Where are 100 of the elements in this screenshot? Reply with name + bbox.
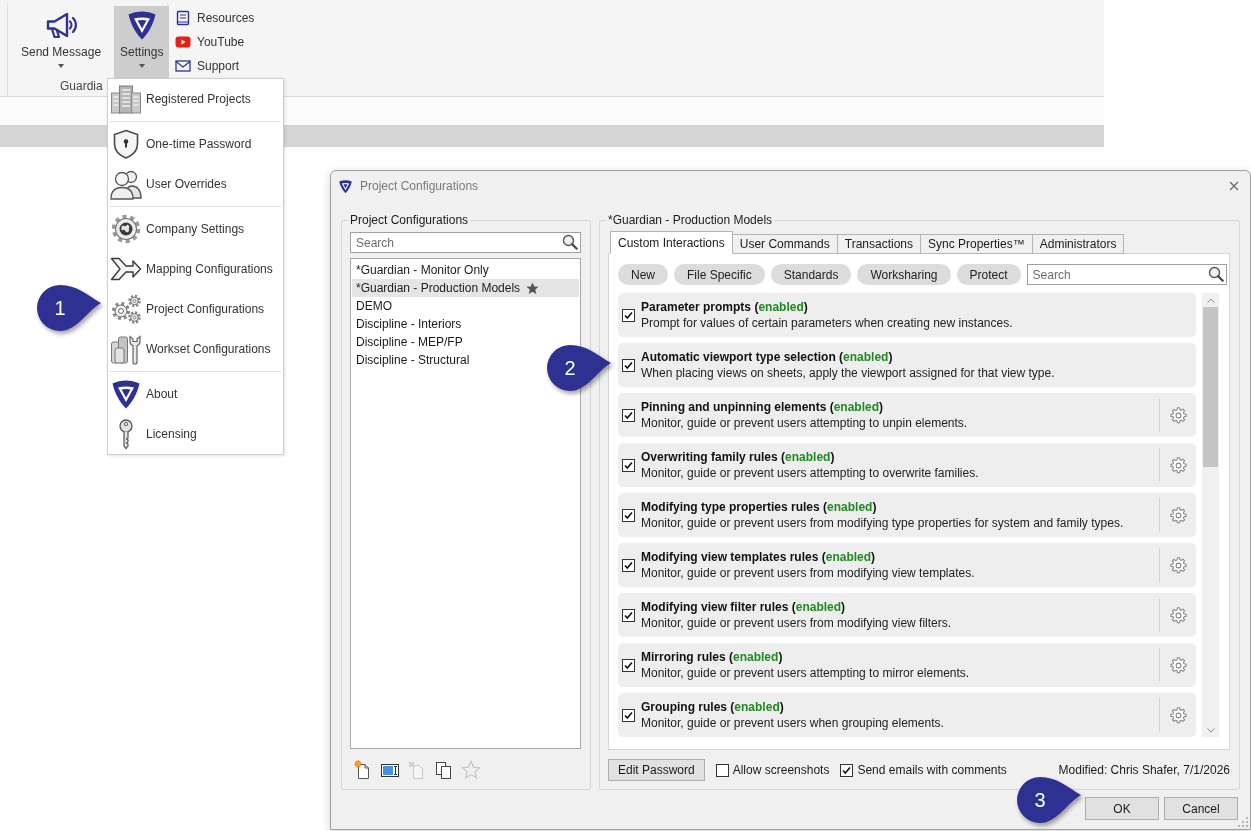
resize-grip-icon [1238, 817, 1248, 827]
menu-item[interactable]: Mapping Configurations [108, 249, 283, 289]
dialog-button[interactable]: OK [1085, 797, 1159, 820]
checkbox[interactable] [622, 308, 635, 322]
list-item[interactable]: *Guardian - Monitor Only [352, 261, 495, 279]
tab[interactable]: Sync Properties™ [920, 234, 1033, 254]
rule-description: Monitor, guide or prevent users from modifying view templates. [641, 566, 975, 580]
rule-title: Modifying type properties rules (enabled) [641, 500, 878, 514]
checkbox[interactable] [622, 658, 635, 672]
search-field[interactable]: Search [350, 232, 581, 253]
callout-marker: 3 [1015, 775, 1083, 825]
list-item[interactable]: *Guardian - Production Models [352, 279, 579, 297]
ribbon-link[interactable]: Resources [175, 8, 255, 28]
rule-description: Monitor, guide or prevent users attempting to mirror elements. [641, 666, 970, 680]
gear-icon [1169, 506, 1187, 524]
search-icon[interactable] [1207, 266, 1224, 282]
edit-password-button[interactable]: Edit Password [608, 759, 705, 781]
rule-title: Grouping rules (enabled) [641, 700, 785, 714]
rule-title: Overwriting family rules (enabled) [641, 450, 836, 464]
rule-description: Monitor, guide or prevent users attempting to unpin elements. [641, 416, 968, 430]
copy-icon[interactable] [434, 760, 454, 780]
checkbox[interactable] [622, 458, 635, 472]
checkmark-icon [624, 460, 633, 470]
ribbon-button[interactable]: Settings [114, 6, 170, 78]
checkbox[interactable] [622, 508, 635, 522]
gear-icon [1169, 456, 1187, 474]
scrollbar-thumb[interactable] [1203, 307, 1218, 467]
checkbox[interactable] [840, 763, 854, 777]
dialog-title: Project Configurations [360, 179, 479, 193]
scroll-down-icon[interactable] [1206, 727, 1215, 733]
rule-description: Monitor, guide or prevent users from modifying type properties for system and family types. [641, 516, 1124, 530]
search-field[interactable]: Search [1026, 264, 1227, 285]
checkbox[interactable] [622, 358, 635, 372]
filter-button[interactable]: New [618, 264, 668, 285]
ribbon-link[interactable]: Support [175, 56, 255, 76]
checkmark-icon [624, 560, 633, 570]
menu-item[interactable]: About [108, 374, 283, 414]
close-button[interactable] [1228, 180, 1240, 192]
checkmark-icon [624, 360, 633, 370]
rule-description: Monitor, guide or prevent users from modifying view filters. [641, 616, 952, 630]
rule-description: Prompt for values of certain parameters when creating new instances. [641, 316, 1013, 330]
checkbox[interactable] [622, 708, 635, 722]
rule-title: Pinning and unpinning elements (enabled) [641, 400, 885, 414]
gear-icon [1169, 406, 1187, 424]
scroll-up-icon[interactable] [1206, 297, 1215, 303]
list-item[interactable]: Discipline - Interiors [352, 315, 468, 333]
tab[interactable]: Administrators [1031, 234, 1125, 254]
envelope-icon [175, 58, 191, 74]
video-play-icon [175, 34, 191, 50]
search-icon[interactable] [562, 234, 578, 250]
rule-title: Automatic viewport type selection (enabled) [641, 350, 894, 364]
scrollbar[interactable] [1202, 293, 1219, 737]
checkbox[interactable] [622, 408, 635, 422]
list-item[interactable]: Discipline - Structural [352, 351, 476, 369]
menu-item[interactable]: Licensing [108, 414, 283, 454]
menu-item[interactable]: One-time Password [108, 124, 283, 164]
group-title: Project Configurations [349, 213, 470, 227]
list-item[interactable]: DEMO [352, 297, 398, 315]
tab[interactable]: User Commands [731, 234, 838, 254]
checkbox[interactable] [622, 558, 635, 572]
menu-item[interactable]: Company Settings [108, 209, 283, 249]
modified-info: Modified: Chris Shafer, 7/1/2026 [1058, 763, 1230, 777]
ribbon-link[interactable]: YouTube [175, 32, 255, 52]
filter-button[interactable]: Standards [770, 264, 852, 285]
gears-icon [110, 293, 142, 325]
checkmark-icon [624, 510, 633, 520]
filter-button[interactable]: Worksharing [857, 264, 951, 285]
checkbox[interactable] [622, 608, 635, 622]
rule-title: Mirroring rules (enabled) [641, 650, 784, 664]
rule-description: Monitor, guide or prevent users attempting to overwrite families. [641, 466, 979, 480]
checkbox[interactable] [715, 763, 729, 777]
checkmark-icon [624, 710, 633, 720]
globe-gear-icon [110, 213, 142, 245]
checkbox-label[interactable]: Send emails with comments [857, 763, 1007, 777]
shield-logo-icon [338, 178, 353, 194]
menu-item[interactable]: Project Configurations [108, 289, 283, 329]
dialog-button[interactable]: Cancel [1164, 797, 1238, 820]
buildings-wrench-icon [110, 333, 142, 365]
group-title: *Guardian - Production Models [607, 213, 774, 227]
checkmark-icon [624, 410, 633, 420]
ribbon-group-label: Guardia [60, 79, 103, 93]
menu-item[interactable]: Workset Configurations [108, 329, 283, 369]
checkmark-icon [842, 765, 852, 775]
checkbox-label[interactable]: Allow screenshots [732, 763, 830, 777]
gear-icon [1169, 656, 1187, 674]
filter-button[interactable]: Protect [956, 264, 1021, 285]
filter-button[interactable]: File Specific [674, 264, 765, 285]
ribbon-button[interactable]: Send Message [15, 6, 108, 78]
tab[interactable]: Custom Interactions [610, 231, 733, 254]
tab[interactable]: Transactions [836, 234, 921, 254]
menu-item[interactable]: Registered Projects [108, 79, 283, 119]
close-icon [1229, 181, 1239, 191]
list-item[interactable]: Discipline - MEP/FP [352, 333, 469, 351]
users-icon [110, 168, 142, 200]
gear-icon [1169, 556, 1187, 574]
checkmark-icon [624, 310, 633, 320]
menu-item[interactable]: User Overrides [108, 164, 283, 204]
callout-marker: 1 [35, 283, 103, 333]
rule-title: Modifying view templates rules (enabled) [641, 550, 877, 564]
shield-logo-icon [110, 378, 142, 410]
